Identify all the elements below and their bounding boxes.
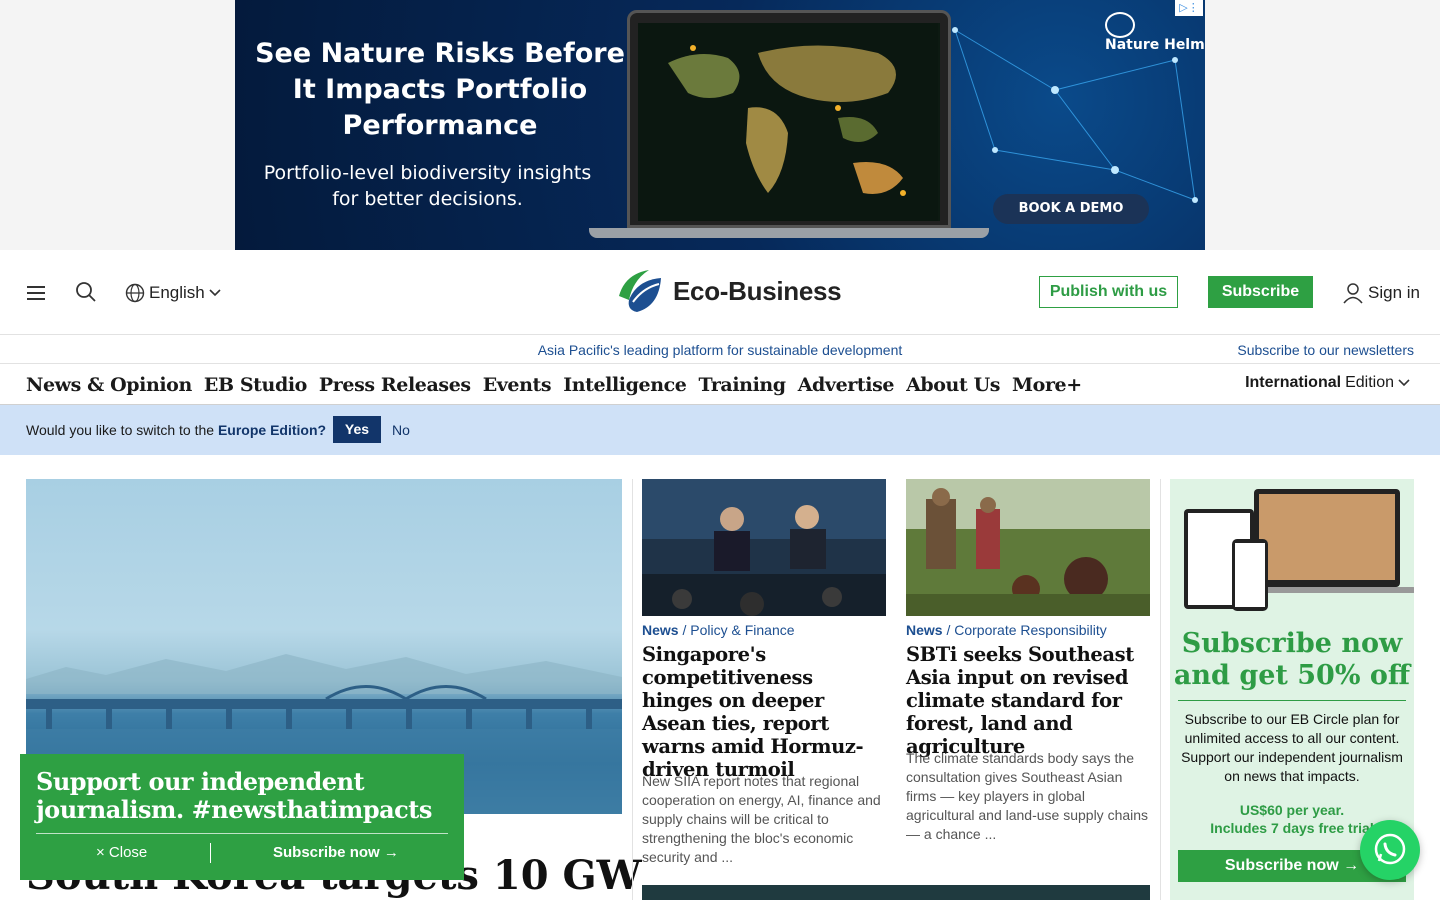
nav-item-more[interactable]: More+	[1012, 370, 1082, 400]
edition-yes-button[interactable]: Yes	[333, 416, 381, 443]
column-divider	[1160, 479, 1161, 900]
edition-no-button[interactable]: No	[392, 422, 410, 438]
subscribe-button[interactable]: Subscribe	[1208, 276, 1313, 308]
nav-item-training[interactable]: Training	[698, 370, 786, 400]
support-subscribe-button[interactable]: Subscribe now →	[273, 844, 399, 861]
ad-subline: Portfolio-level biodiversity insights fo…	[263, 162, 592, 210]
ad-banner[interactable]: See Nature Risks Before It Impacts Portf…	[235, 0, 1205, 250]
ad-choices-icon[interactable]: ▷⋮	[1175, 0, 1203, 16]
article-image[interactable]	[906, 479, 1150, 616]
language-label: English	[149, 283, 205, 302]
article-summary: The climate standards body says the cons…	[906, 750, 1149, 842]
site-logo[interactable]: Eco-Business	[615, 265, 842, 317]
nature-helm-icon	[1105, 12, 1135, 38]
article-title[interactable]: SBTi seeks Southeast Asia input on revis…	[906, 643, 1150, 758]
whatsapp-icon	[1374, 833, 1406, 865]
language-selector[interactable]: English	[125, 282, 221, 304]
search-icon[interactable]	[75, 281, 97, 303]
newsletter-link[interactable]: Subscribe to our newsletters	[1237, 342, 1414, 358]
ad-region: See Nature Risks Before It Impacts Portf…	[0, 0, 1440, 250]
eco-business-logo-icon	[616, 267, 664, 315]
nav-item-press-releases[interactable]: Press Releases	[319, 370, 471, 400]
promo-title: Subscribe now and get 50% off	[1173, 628, 1411, 691]
nav-item-news-opinion[interactable]: News & Opinion	[26, 370, 192, 400]
publish-with-us-button[interactable]: Publish with us	[1039, 276, 1178, 308]
nav-item-eb-studio[interactable]: EB Studio	[204, 370, 307, 400]
nav-item-advertise[interactable]: Advertise	[798, 370, 895, 400]
whatsapp-button[interactable]	[1360, 820, 1420, 880]
support-separator	[210, 843, 211, 863]
sign-in-link[interactable]: Sign in	[1342, 281, 1420, 305]
palm-oil-harvest-photo	[906, 479, 1150, 616]
ad-headline: See Nature Risks Before It Impacts Portf…	[255, 38, 625, 141]
chevron-down-icon	[209, 289, 221, 297]
logo-text: Eco-Business	[673, 275, 842, 306]
nav-item-intelligence[interactable]: Intelligence	[563, 370, 687, 400]
sign-in-label: Sign in	[1368, 283, 1420, 302]
ad-laptop-image	[627, 10, 951, 228]
article-title[interactable]: Singapore's competitiveness hinges on de…	[642, 643, 886, 781]
promo-body: Subscribe to our EB Circle plan for unli…	[1181, 711, 1403, 784]
support-divider	[36, 833, 448, 834]
world-map-illustration	[638, 23, 938, 221]
ad-brand-logo: Nature Helm	[1105, 12, 1205, 52]
user-icon	[1343, 283, 1363, 304]
main-nav: News & Opinion EB Studio Press Releases …	[26, 370, 1082, 400]
chevron-down-icon	[1398, 379, 1410, 387]
nav-item-events[interactable]: Events	[483, 370, 552, 400]
devices-illustration	[1184, 489, 1415, 611]
support-close-button[interactable]: × Close	[96, 844, 147, 861]
article-image[interactable]	[642, 885, 1150, 900]
globe-icon	[125, 283, 145, 303]
edition-question: Would you like to switch to the Europe E…	[26, 422, 327, 438]
article-summary: New SIIA report notes that regional coop…	[642, 773, 881, 865]
menu-icon[interactable]	[27, 286, 45, 300]
article-category[interactable]: News / Policy & Finance	[642, 622, 795, 638]
edition-selector[interactable]: International Edition	[1245, 374, 1410, 392]
article-image[interactable]	[642, 479, 886, 616]
book-demo-button[interactable]: BOOK A DEMO	[993, 194, 1149, 224]
laptop-base	[589, 228, 989, 238]
edition-name: International	[1245, 374, 1342, 391]
promo-divider	[1178, 700, 1406, 701]
article-category[interactable]: News / Corporate Responsibility	[906, 622, 1107, 638]
edition-label: Edition	[1345, 374, 1394, 391]
support-banner-title: Support our independent journalism. #new…	[36, 767, 432, 824]
nav-item-about-us[interactable]: About Us	[906, 370, 1000, 400]
site-tagline: Asia Pacific's leading platform for sust…	[537, 342, 903, 358]
panel-discussion-photo	[642, 479, 886, 616]
column-divider	[632, 479, 633, 900]
